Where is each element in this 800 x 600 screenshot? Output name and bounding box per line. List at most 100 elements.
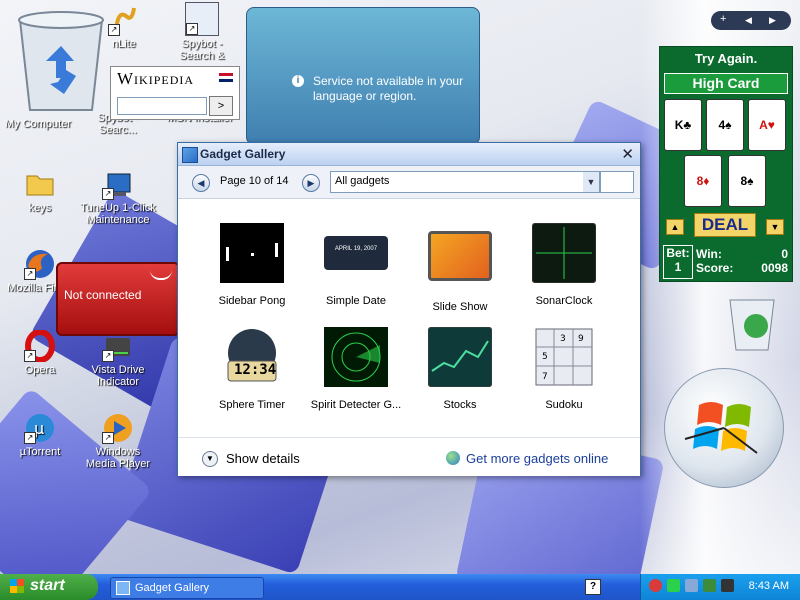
desktop-icon[interactable]: µ ↗ µTorrent xyxy=(2,412,78,458)
playing-card: 8♦ xyxy=(684,155,722,207)
flag-icon[interactable] xyxy=(219,73,233,82)
svg-text:5: 5 xyxy=(542,352,548,362)
gadget-item[interactable]: Stocks xyxy=(410,326,510,411)
prev-page-icon[interactable]: ◀ xyxy=(192,174,210,192)
desktop-icon[interactable]: ↗ Windows Media Player xyxy=(80,412,156,470)
card-game-mode: High Card xyxy=(664,73,788,94)
gadget-item[interactable]: Spirit Detecter G... xyxy=(306,327,406,411)
playing-card: A♥ xyxy=(748,99,786,151)
nlite-icon: ↗ xyxy=(108,4,140,36)
clock[interactable]: 8:43 AM xyxy=(749,580,789,592)
chevron-down-icon[interactable]: ▼ xyxy=(583,172,599,192)
gadget-item[interactable]: 12:34 Sphere Timer xyxy=(202,327,302,411)
desktop-icon[interactable]: ↗ Opera xyxy=(2,329,78,376)
taskbar-window-button[interactable]: Gadget Gallery xyxy=(110,577,264,599)
gadget-label: Stocks xyxy=(443,399,477,411)
page-indicator: Page 10 of 14 xyxy=(220,175,289,187)
gadget-item[interactable]: Sidebar Pong xyxy=(202,223,302,307)
gallery-search-input[interactable] xyxy=(600,171,634,193)
desktop-icon[interactable]: ↗ Vista Drive Indicator xyxy=(80,330,156,388)
not-connected-gadget: Not connected xyxy=(56,262,180,336)
sidebar-controls: + ◀ ▶ xyxy=(711,11,791,30)
show-details-link[interactable]: Show details xyxy=(226,451,300,466)
card-suit: ♠ xyxy=(747,174,754,188)
sudoku-icon: 5 3 9 7 xyxy=(532,327,596,387)
recycle-gadget-icon[interactable] xyxy=(722,290,782,354)
chevron-down-icon[interactable]: ▼ xyxy=(202,451,218,467)
playing-card: K♣ xyxy=(664,99,702,151)
win-label: Win: xyxy=(696,247,722,261)
desktop-icon[interactable]: My Computer xyxy=(0,118,76,130)
gallery-navbar: ◀ Page 10 of 14 ▶ All gadgets ▼ xyxy=(178,166,640,199)
gadget-label: Sudoku xyxy=(545,399,583,411)
score-label: Score: xyxy=(696,261,734,275)
stocks-icon xyxy=(427,326,493,388)
prev-page-button[interactable]: ◀ xyxy=(745,15,752,26)
desktop-icon-label: TuneUp 1-Click Maintenance xyxy=(80,202,156,226)
gadget-filter-select[interactable]: All gadgets ▼ xyxy=(330,171,600,193)
gadget-label: Sphere Timer xyxy=(218,399,286,411)
desktop-icon-label: keys xyxy=(28,202,52,214)
opera-icon: ↗ xyxy=(24,329,56,363)
card-game-status: Try Again. xyxy=(694,51,758,66)
gadget-item[interactable]: Slide Show xyxy=(410,223,510,313)
system-tray: 8:43 AM xyxy=(640,574,800,600)
desktop-icon[interactable]: ↗ Spybot - Search & xyxy=(164,2,240,62)
update-icon[interactable] xyxy=(703,579,716,592)
card-rank: A xyxy=(759,118,768,132)
desktop-icon-label: My Computer xyxy=(4,118,72,130)
service-message: Service not available in your language o… xyxy=(313,74,464,103)
nike-swoosh-icon xyxy=(150,270,172,280)
start-button[interactable]: start xyxy=(0,574,98,600)
security-icon[interactable] xyxy=(649,579,662,592)
add-gadget-button[interactable]: + xyxy=(720,13,726,25)
next-page-icon[interactable]: ▶ xyxy=(302,174,320,192)
sphere-timer-icon: 12:34 xyxy=(220,327,284,387)
help-icon[interactable]: ? xyxy=(585,579,601,595)
volume-icon[interactable] xyxy=(685,579,698,592)
close-icon[interactable]: ✕ xyxy=(621,145,634,163)
gadget-label: Slide Show xyxy=(432,301,488,313)
bet-label: Bet: xyxy=(666,246,690,260)
gadget-item[interactable]: APRIL 19, 2007 Simple Date xyxy=(306,223,406,307)
windows-flag-icon xyxy=(10,579,24,593)
bet-up-button[interactable]: ▲ xyxy=(666,219,684,235)
service-gadget: i Service not available in your language… xyxy=(246,7,480,145)
deal-button[interactable]: DEAL xyxy=(694,213,756,237)
radar-icon xyxy=(324,327,388,387)
sonar-clock-icon xyxy=(531,222,597,284)
firefox-icon: ↗ xyxy=(24,248,56,280)
gadget-item[interactable]: SonarClock xyxy=(514,222,614,307)
desktop-icon-label: µTorrent xyxy=(19,446,61,458)
globe-icon xyxy=(446,451,460,465)
media-player-icon: ↗ xyxy=(102,412,134,444)
desktop-icon[interactable]: ↗ TuneUp 1-Click Maintenance xyxy=(80,168,156,226)
get-more-gadgets-link[interactable]: Get more gadgets online xyxy=(466,451,608,466)
window-titlebar[interactable]: Gadget Gallery ✕ xyxy=(178,143,640,166)
window-title: Gadget Gallery xyxy=(200,147,286,161)
start-label: start xyxy=(30,577,65,594)
desktop-icon-label: Vista Drive Indicator xyxy=(91,364,145,388)
desktop-icon-label: Windows Media Player xyxy=(85,446,151,470)
network-icon[interactable] xyxy=(667,579,680,592)
wikipedia-gadget: Wikipedia > xyxy=(110,66,240,120)
desktop-icon-label: Opera xyxy=(24,364,56,376)
card-suit: ♦ xyxy=(703,174,710,188)
card-game-gadget: Try Again. High Card K♣ 4♠ A♥ 8♦ 8♠ ▲ DE… xyxy=(659,46,793,282)
next-page-button[interactable]: ▶ xyxy=(769,15,776,26)
gadget-item[interactable]: 5 3 9 7 Sudoku xyxy=(514,327,614,411)
card-suit: ♠ xyxy=(725,118,732,132)
folder-icon xyxy=(24,168,56,200)
desktop-icon[interactable]: ↗ nLite xyxy=(86,4,162,50)
wikipedia-go-button[interactable]: > xyxy=(209,96,233,116)
svg-text:3: 3 xyxy=(560,334,566,344)
drive-tray-icon[interactable] xyxy=(721,579,734,592)
spybot-icon: ↗ xyxy=(185,2,219,36)
bet-down-button[interactable]: ▼ xyxy=(766,219,784,235)
card-suit: ♣ xyxy=(683,118,692,132)
wikipedia-search-input[interactable] xyxy=(117,97,207,115)
score-value: 0098 xyxy=(761,261,788,275)
windows-logo-icon xyxy=(684,402,758,454)
desktop-icon[interactable]: keys xyxy=(2,168,78,214)
utorrent-icon: µ ↗ xyxy=(24,412,56,444)
